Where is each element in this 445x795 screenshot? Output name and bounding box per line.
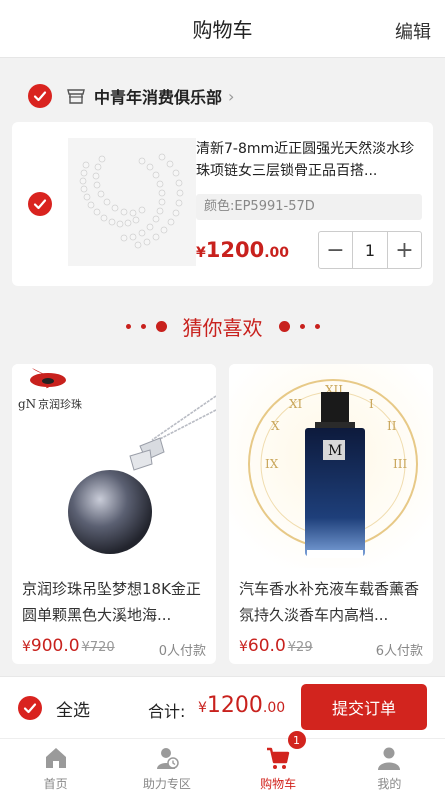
svg-text:M: M: [328, 443, 342, 459]
price-currency: ¥: [196, 245, 206, 261]
user-icon: [378, 747, 401, 770]
recommend-old-price: ¥29: [287, 640, 313, 655]
guess-you-like-header: 猜你喜欢: [0, 306, 445, 346]
tab-bar: 首页 助力专区 1 购物车 我的: [0, 731, 445, 795]
check-icon: [33, 91, 47, 102]
svg-text:I: I: [369, 397, 374, 411]
tab-label: 购物车: [260, 777, 297, 791]
pearl-pendant-image: gN 京润珍珠: [18, 368, 216, 554]
page-title: 购物车: [192, 18, 253, 42]
svg-text:II: II: [387, 419, 397, 433]
product-image[interactable]: XIIIIIVIIX IIIXIX M: [229, 364, 433, 568]
home-icon: [45, 748, 66, 768]
increase-button[interactable]: +: [388, 232, 421, 268]
recommend-product-name[interactable]: 汽车香水补充液车载香薰香氛持久淡香车内高档...: [239, 576, 425, 628]
recommend-paid-count: 0人付款: [158, 644, 206, 659]
decrease-button[interactable]: −: [319, 232, 352, 268]
recommend-card[interactable]: XIIIIIVIIX IIIXIX M 汽车香水补充液车载香薰香氛持久淡香车内高…: [229, 364, 433, 664]
quantity-input[interactable]: 1: [352, 232, 388, 268]
brand-logo-text: 京润珍珠: [38, 397, 82, 411]
tab-assist[interactable]: 助力专区: [111, 739, 222, 795]
tab-label: 助力专区: [142, 777, 191, 791]
recommend-price: ¥900.0 ¥720: [22, 636, 115, 656]
tab-label: 首页: [43, 777, 68, 791]
recommend-old-price: ¥720: [81, 640, 115, 655]
check-icon: [23, 703, 37, 714]
header-bar: 购物车 编辑: [0, 0, 445, 58]
product-image[interactable]: gN 京润珍珠: [12, 364, 216, 568]
shop-checkbox[interactable]: [28, 84, 52, 108]
cart-item-card: 清新7-8mm近正圆强光天然淡水珍珠项链女三层锁骨正品百搭... 颜色:EP59…: [12, 122, 433, 286]
right-dots-decoration: [278, 320, 320, 332]
product-thumbnail[interactable]: [68, 138, 196, 266]
svg-text:XI: XI: [289, 397, 303, 411]
recommend-card[interactable]: gN 京润珍珠 京润珍珠吊坠梦想18K金正圆单颗黑色大溪地海... ¥900.0…: [12, 364, 216, 664]
recommend-price-value: 900.0: [30, 636, 80, 656]
quantity-stepper: − 1 +: [318, 231, 422, 269]
shop-icon: [67, 89, 85, 104]
select-all-label[interactable]: 全选: [56, 696, 90, 721]
recommend-price: ¥60.0 ¥29: [239, 636, 313, 656]
chevron-right-icon: ›: [228, 86, 235, 106]
left-dots-decoration: [125, 320, 167, 332]
cart-icon: [267, 747, 290, 769]
select-all-checkbox[interactable]: [18, 696, 42, 720]
perfume-image: XIIIIIVIIX IIIXIX M: [229, 364, 433, 568]
product-price: ¥1200.00: [196, 238, 289, 262]
recommend-paid-count: 6人付款: [375, 644, 423, 659]
assist-icon: [156, 748, 179, 769]
submit-order-button[interactable]: 提交订单: [301, 684, 427, 730]
product-spec[interactable]: 颜色:EP5991-57D: [196, 194, 422, 220]
item-checkbox[interactable]: [28, 192, 52, 216]
recommend-price-value: 60.0: [247, 636, 286, 656]
svg-text:IX: IX: [265, 457, 279, 471]
edit-button[interactable]: 编辑: [395, 18, 431, 44]
cart-badge: 1: [287, 731, 306, 749]
tab-label: 我的: [377, 777, 402, 791]
product-name[interactable]: 清新7-8mm近正圆强光天然淡水珍珠项链女三层锁骨正品百搭...: [196, 138, 422, 182]
total-label: 合计:: [148, 702, 186, 721]
recommend-product-name[interactable]: 京润珍珠吊坠梦想18K金正圆单颗黑色大溪地海...: [22, 576, 208, 628]
price-decimal: .00: [264, 245, 290, 261]
guess-you-like-title: 猜你喜欢: [182, 315, 263, 340]
shop-row[interactable]: 中青年消费俱乐部 ›: [0, 74, 445, 118]
svg-text:III: III: [393, 457, 407, 471]
tab-home[interactable]: 首页: [0, 739, 111, 795]
svg-text:X: X: [271, 419, 280, 433]
check-icon: [33, 199, 47, 210]
tab-mine[interactable]: 我的: [334, 739, 445, 795]
pearl-necklace-image: [79, 153, 184, 249]
checkout-bar: 全选 合计: ¥1200.00 提交订单: [0, 676, 445, 738]
shop-name: 中青年消费俱乐部: [94, 88, 223, 107]
tab-cart[interactable]: 1 购物车: [223, 731, 334, 795]
price-integer: 1200: [205, 238, 265, 262]
brand-logo-prefix: gN: [18, 397, 36, 411]
total-amount: ¥1200.00: [198, 693, 286, 718]
